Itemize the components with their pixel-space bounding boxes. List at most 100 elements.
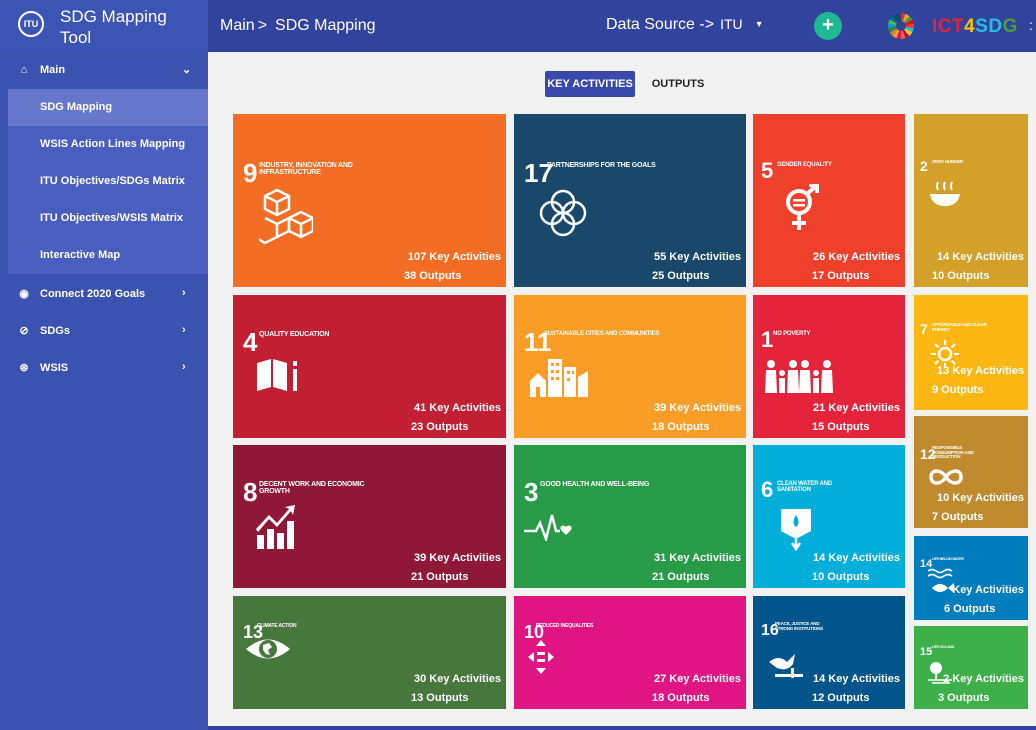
sidebar-item-label: WSIS Action Lines Mapping	[40, 138, 186, 150]
sdg-tile-12[interactable]: 12 Responsible Consumption and Productio…	[914, 416, 1028, 528]
sdg-tile-3[interactable]: 3 Good Health and Well-Being 31 Key Acti…	[514, 445, 746, 588]
top-bar: ITU SDG Mapping Tool Main > SDG Mapping Da…	[0, 0, 1036, 52]
app-title-line2: Tool	[60, 28, 92, 47]
chevron-right-icon: ›	[182, 324, 186, 336]
sdg-tile-9[interactable]: 9 Industry, Innovation and Infrastructur…	[233, 114, 506, 287]
footer-strip	[208, 726, 1036, 730]
key-activities-count: 30 Key Activities	[413, 673, 501, 685]
key-activities-count: 41 Key Activities	[413, 402, 501, 414]
sdg-tile-1[interactable]: 1 No Poverty 21 Key Activities 15 Output…	[753, 295, 905, 438]
sdg-tile-14[interactable]: 14 Life Below Water Key Activities 6 Out…	[914, 536, 1028, 620]
key-activities-count: 13 Key Activities	[936, 365, 1024, 377]
key-activities-count: 27 Key Activities	[653, 673, 741, 685]
sdg-number: 6	[761, 477, 774, 502]
sdg-number: 7	[920, 321, 928, 337]
key-activities-count: 39 Key Activities	[653, 402, 741, 414]
sdg-tile-5[interactable]: 5 Gender Equality 26 Key Activities 17 O…	[753, 114, 905, 287]
chevron-down-icon: ⌄	[182, 64, 192, 76]
key-activities-count: 107 Key Activities	[407, 251, 501, 263]
breadcrumb: Main > SDG Mapping	[220, 17, 376, 35]
bowl-icon	[930, 181, 960, 206]
sdg-tile-15[interactable]: 15 Life on Land 2 Key Activities 3 Outpu…	[914, 626, 1028, 709]
sdg-tile-10[interactable]: 10 Reduced Inequalities 27 Key Activitie…	[514, 596, 746, 709]
sdg-name: Life Below Water	[932, 557, 964, 561]
sidebar-subitem-wsis-mapping[interactable]: WSIS Action Lines Mapping	[8, 126, 208, 163]
key-activities-count: Key Activities	[952, 584, 1024, 596]
add-button[interactable]: +	[814, 12, 842, 40]
sdg-name: Decent Work and Economic Growth	[259, 481, 365, 496]
sdg-name: Clean Water and Sanitation	[777, 481, 832, 494]
sdg-name: Life on Land	[932, 645, 955, 649]
sdg-name: Sustainable Cities and Communities	[544, 331, 660, 337]
sidebar-item-label: Main	[40, 64, 66, 76]
main-content: KEY ACTIVITIES OUTPUTS 9 Industry, Innov…	[208, 52, 1036, 726]
tab-key-activities[interactable]: KEY ACTIVITIES	[545, 71, 635, 97]
key-activities-count: 21 Key Activities	[812, 402, 900, 414]
sidebar-item-label: WSIS	[40, 362, 69, 374]
outputs-count: 9 Outputs	[932, 384, 984, 396]
sdg-tile-16[interactable]: 16 Peace, Justice and Strong Institution…	[753, 596, 905, 709]
sdg-tile-13[interactable]: 13 Climate Action 30 Key Activities 13 O…	[233, 596, 506, 709]
outputs-count: 23 Outputs	[411, 421, 469, 433]
sdg-tile-6[interactable]: 6 Clean Water and Sanitation 14 Key Acti…	[753, 445, 905, 588]
sdg-name: Quality Education	[259, 331, 330, 338]
sdg-name: Responsible Consumption and Production	[932, 445, 974, 460]
sidebar-item-label: ITU Objectives/SDGs Matrix	[40, 175, 185, 187]
outputs-count: 15 Outputs	[812, 421, 870, 433]
data-source-label: Data Source ->	[606, 16, 715, 33]
sdg-tile-17[interactable]: 17 Partnerships for the Goals 55 Key Act…	[514, 114, 746, 287]
sdg-name: Peace, Justice and Strong Institutions	[775, 621, 823, 631]
city-icon	[530, 359, 588, 397]
brand[interactable]: ITU SDG Mapping Tool	[0, 0, 208, 52]
ict4sdg-wordmark: ICT4SDG	[932, 16, 1018, 37]
chevron-right-icon: ›	[182, 287, 186, 299]
outputs-count: 10 Outputs	[932, 270, 990, 282]
sdg-tile-4[interactable]: 4 Quality Education 41 Key Activities 23…	[233, 295, 506, 438]
key-activities-count: 39 Key Activities	[413, 552, 501, 564]
outputs-count: 18 Outputs	[652, 692, 710, 704]
sdg-name: Good Health and Well-Being	[540, 481, 650, 488]
family-icon	[765, 360, 833, 393]
heartbeat-icon	[524, 514, 572, 541]
data-source-select[interactable]: Data Source -> ITU ▼	[606, 16, 764, 34]
sdg-wheel-icon	[888, 13, 914, 39]
breadcrumb-current: SDG Mapping	[275, 17, 376, 34]
sdg-number: 15	[920, 646, 933, 658]
app-title-line1: SDG Mapping	[60, 7, 167, 26]
sidebar-item-connect-2020[interactable]: ◉ Connect 2020 Goals ›	[0, 276, 208, 313]
sidebar-subitem-interactive-map[interactable]: Interactive Map	[8, 237, 208, 274]
tab-outputs[interactable]: OUTPUTS	[648, 71, 708, 97]
outputs-count: 21 Outputs	[411, 571, 469, 583]
rings-icon	[539, 189, 587, 237]
breadcrumb-root[interactable]: Main	[220, 17, 255, 34]
sdg-name: Affordable and Clean Energy	[932, 322, 987, 332]
outputs-count: 21 Outputs	[652, 571, 710, 583]
key-activities-count: 10 Key Activities	[936, 492, 1024, 504]
sidebar-subitem-sdg-mapping[interactable]: SDG Mapping	[8, 89, 208, 126]
sidebar-subitem-wsis-matrix[interactable]: ITU Objectives/WSIS Matrix	[8, 200, 208, 237]
sidebar: ⌂ Main ⌄ SDG Mapping WSIS Action Lines M…	[0, 52, 208, 730]
sidebar-item-label: SDGs	[40, 325, 70, 337]
more-menu-icon[interactable]: :	[1029, 17, 1033, 33]
sidebar-item-main[interactable]: ⌂ Main ⌄	[0, 52, 208, 89]
sidebar-subitem-sdgs-matrix[interactable]: ITU Objectives/SDGs Matrix	[8, 163, 208, 200]
cubes-icon	[259, 188, 313, 245]
sidebar-item-label: Interactive Map	[40, 249, 121, 261]
book-icon	[257, 359, 297, 391]
sidebar-item-wsis[interactable]: ⊛ WSIS ›	[0, 350, 208, 387]
compass-icon: ⊘	[19, 325, 29, 337]
sdg-name: Reduced Inequalities	[536, 623, 594, 629]
sdg-tile-2[interactable]: 2 Zero Hunger 14 Key Activities 10 Outpu…	[914, 114, 1028, 287]
sdg-name: Climate Action	[257, 623, 297, 629]
sdg-tile-7[interactable]: 7 Affordable and Clean Energy 13 Key Act…	[914, 295, 1028, 410]
app-title: SDG Mapping Tool	[60, 6, 200, 48]
sdg-tile-11[interactable]: 11 Sustainable Cities and Communities 39…	[514, 295, 746, 438]
gender-icon	[786, 184, 819, 230]
sidebar-item-label: ITU Objectives/WSIS Matrix	[40, 212, 184, 224]
sdg-name: Industry, Innovation and Infrastructure	[259, 162, 353, 177]
sidebar-item-sdgs[interactable]: ⊘ SDGs ›	[0, 313, 208, 350]
sdg-tile-8[interactable]: 8 Decent Work and Economic Growth 39 Key…	[233, 445, 506, 588]
outputs-count: 17 Outputs	[812, 270, 870, 282]
sdg-number: 2	[920, 158, 928, 174]
key-activities-count: 2 Key Activities	[943, 673, 1024, 685]
